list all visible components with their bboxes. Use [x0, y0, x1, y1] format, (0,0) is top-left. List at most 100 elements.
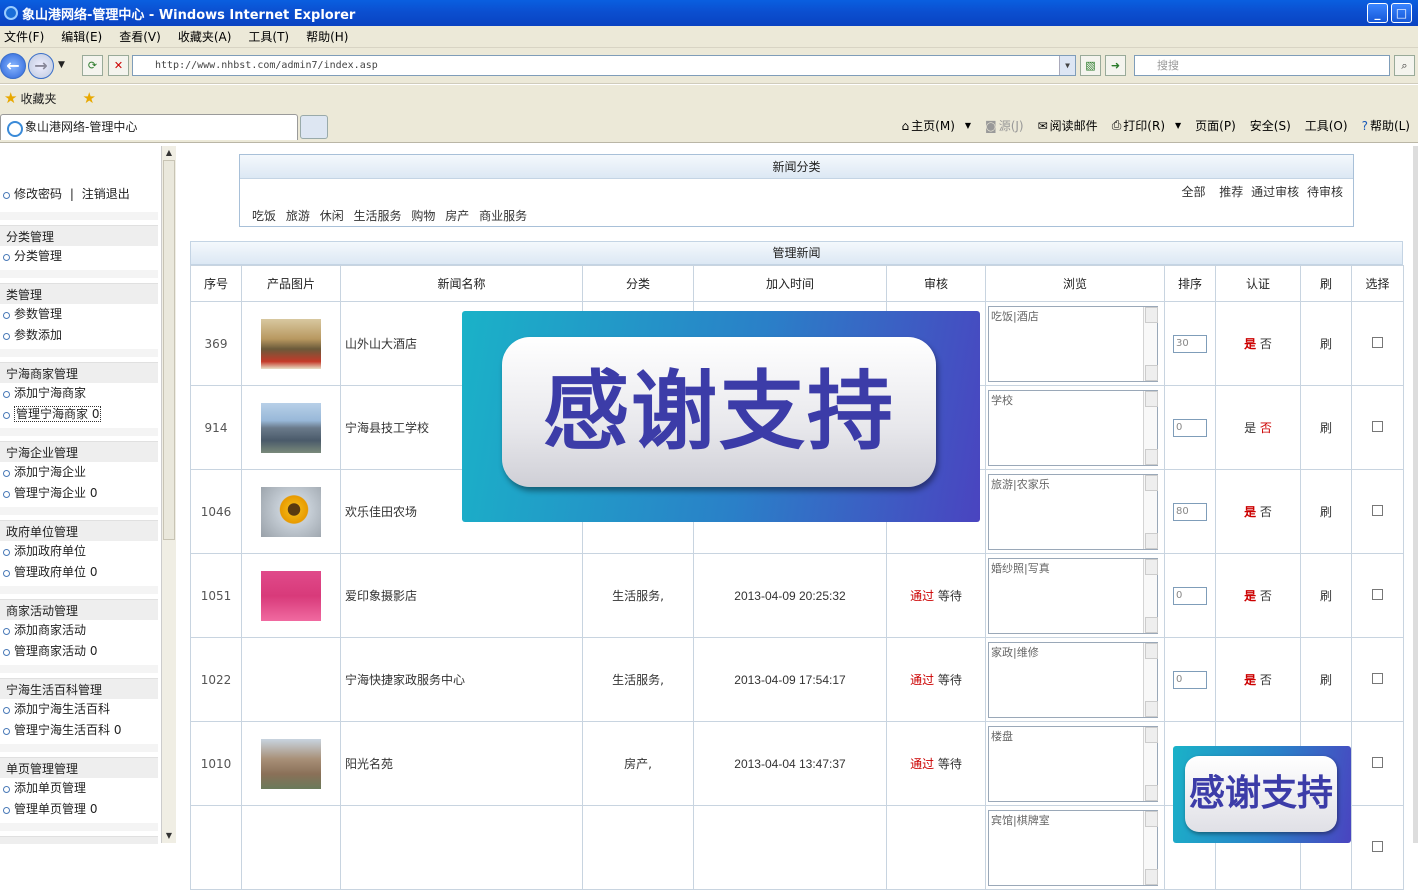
- filter-all[interactable]: 全部: [1181, 185, 1205, 199]
- certify-yes[interactable]: 是: [1244, 337, 1256, 351]
- home-dropdown-icon[interactable]: ▼: [965, 121, 971, 130]
- forward-button[interactable]: →: [28, 53, 54, 79]
- certify-yes[interactable]: 是: [1244, 505, 1256, 519]
- sidebar-section-merchants[interactable]: 宁海商家管理: [0, 362, 158, 384]
- rank-input[interactable]: 0: [1173, 670, 1207, 689]
- certify-yes[interactable]: 是: [1244, 421, 1256, 435]
- favorites-label[interactable]: 收藏夹: [20, 90, 56, 107]
- sidebar-item-add-singlepage[interactable]: 添加单页管理: [0, 778, 158, 798]
- browse-textarea[interactable]: 婚纱照|写真: [988, 557, 1158, 634]
- add-favorite-icon[interactable]: ★: [82, 89, 95, 107]
- menu-tools[interactable]: 工具(T): [248, 28, 289, 45]
- approve-link[interactable]: 通过: [910, 673, 934, 687]
- select-checkbox[interactable]: [1372, 336, 1383, 348]
- address-input[interactable]: http://www.nhbst.com/admin7/index.asp ▼: [132, 55, 1076, 76]
- sidebar-item-add-encyclopedia[interactable]: 添加宁海生活百科: [0, 699, 158, 719]
- filter-approved[interactable]: 通过审核: [1251, 185, 1299, 199]
- certify-yes[interactable]: 是: [1244, 589, 1256, 603]
- category-link[interactable]: 商业服务: [479, 209, 527, 223]
- wait-link[interactable]: 等待: [938, 673, 962, 687]
- sidebar-section-encyclopedia[interactable]: 宁海生活百科管理: [0, 678, 158, 700]
- print-dropdown-icon[interactable]: ▼: [1175, 121, 1181, 130]
- category-link[interactable]: 房产: [445, 209, 469, 223]
- textarea-scrollbar[interactable]: [1143, 558, 1158, 633]
- cell-refresh[interactable]: 刷: [1300, 301, 1352, 386]
- rank-input[interactable]: 80: [1173, 502, 1207, 521]
- certify-no[interactable]: 否: [1260, 589, 1272, 603]
- textarea-scrollbar[interactable]: [1143, 726, 1158, 801]
- sidebar-item-add-government[interactable]: 添加政府单位: [0, 541, 158, 561]
- filter-recommended[interactable]: 推荐: [1219, 185, 1243, 199]
- sidebar-section-singlepage[interactable]: 单页管理管理: [0, 757, 158, 779]
- sidebar-section-activities[interactable]: 商家活动管理: [0, 599, 158, 621]
- select-checkbox[interactable]: [1372, 840, 1383, 852]
- select-checkbox[interactable]: [1372, 756, 1383, 768]
- menu-edit[interactable]: 编辑(E): [61, 28, 102, 45]
- browse-textarea[interactable]: 吃饭|酒店: [988, 305, 1158, 382]
- category-link[interactable]: 购物: [411, 209, 435, 223]
- select-checkbox[interactable]: [1372, 672, 1383, 684]
- sidebar-item-category-manage[interactable]: 分类管理: [0, 246, 158, 266]
- wait-link[interactable]: 等待: [938, 589, 962, 603]
- sidebar-section-class[interactable]: 类管理: [0, 283, 158, 305]
- menu-favorites[interactable]: 收藏夹(A): [178, 28, 232, 45]
- select-checkbox[interactable]: [1372, 504, 1383, 516]
- cell-refresh[interactable]: 刷: [1300, 385, 1352, 470]
- wait-link[interactable]: 等待: [938, 757, 962, 771]
- compatibility-icon[interactable]: ▧: [1080, 55, 1101, 76]
- browse-textarea[interactable]: 旅游|农家乐: [988, 473, 1158, 550]
- approve-link[interactable]: 通过: [910, 589, 934, 603]
- change-password-link[interactable]: 修改密码: [14, 187, 62, 201]
- sidebar-item-add-merchant[interactable]: 添加宁海商家: [0, 383, 158, 403]
- cell-refresh[interactable]: 刷: [1300, 637, 1352, 722]
- textarea-scrollbar[interactable]: [1143, 390, 1158, 465]
- sidebar-scrollbar[interactable]: ▲ ▼: [161, 146, 176, 843]
- mail-icon[interactable]: ✉: [1038, 119, 1048, 133]
- browse-textarea[interactable]: 学校: [988, 389, 1158, 466]
- browse-textarea[interactable]: 家政|维修: [988, 641, 1158, 718]
- sidebar-item-manage-government[interactable]: 管理政府单位 0: [0, 562, 158, 582]
- rank-input[interactable]: 30: [1173, 334, 1207, 353]
- safety-command[interactable]: 安全(S): [1250, 117, 1291, 134]
- approve-link[interactable]: 通过: [910, 757, 934, 771]
- filter-pending[interactable]: 待审核: [1307, 185, 1343, 199]
- search-input[interactable]: 搜搜: [1134, 55, 1390, 76]
- certify-no[interactable]: 否: [1260, 337, 1272, 351]
- sidebar-item-param-manage[interactable]: 参数管理: [0, 304, 158, 324]
- cell-name[interactable]: [340, 805, 583, 890]
- sidebar-section-category[interactable]: 分类管理: [0, 225, 158, 247]
- refresh-icon[interactable]: ⟳: [82, 55, 103, 76]
- minimize-button[interactable]: _: [1367, 3, 1388, 23]
- scroll-down-icon[interactable]: ▼: [162, 829, 176, 843]
- cell-refresh[interactable]: 刷: [1300, 553, 1352, 638]
- cell-name[interactable]: 阳光名苑: [340, 721, 583, 806]
- product-image[interactable]: [261, 402, 321, 453]
- feed-command[interactable]: 源(J): [999, 117, 1024, 134]
- stop-icon[interactable]: ✕: [108, 55, 129, 76]
- main-scrollbar[interactable]: [1413, 146, 1418, 843]
- category-link[interactable]: 休闲: [320, 209, 344, 223]
- product-image[interactable]: [261, 486, 321, 537]
- textarea-scrollbar[interactable]: [1143, 474, 1158, 549]
- sidebar-item-manage-encyclopedia[interactable]: 管理宁海生活百科 0: [0, 720, 158, 740]
- product-image[interactable]: [261, 318, 321, 369]
- certify-no[interactable]: 否: [1260, 421, 1272, 435]
- cell-name[interactable]: 宁海快捷家政服务中心: [340, 637, 583, 722]
- new-tab-button[interactable]: [300, 115, 328, 139]
- browse-textarea[interactable]: 楼盘: [988, 725, 1158, 802]
- rank-input[interactable]: 0: [1173, 586, 1207, 605]
- maximize-button[interactable]: □: [1391, 3, 1412, 23]
- feed-icon[interactable]: ◙: [985, 119, 997, 133]
- certify-no[interactable]: 否: [1260, 673, 1272, 687]
- tab-active[interactable]: 象山港网络-管理中心: [0, 114, 298, 140]
- page-command[interactable]: 页面(P): [1195, 117, 1236, 134]
- category-link[interactable]: 生活服务: [354, 209, 402, 223]
- sidebar-item-param-add[interactable]: 参数添加: [0, 325, 158, 345]
- address-dropdown-icon[interactable]: ▼: [1059, 56, 1075, 75]
- print-command[interactable]: 打印(R): [1123, 117, 1165, 134]
- sidebar-item-manage-merchant[interactable]: 管理宁海商家 0: [0, 404, 158, 424]
- rank-input[interactable]: 0: [1173, 418, 1207, 437]
- search-icon[interactable]: ⌕: [1394, 55, 1415, 76]
- cell-refresh[interactable]: 刷: [1300, 469, 1352, 554]
- sidebar-section-enterprise[interactable]: 宁海企业管理: [0, 441, 158, 463]
